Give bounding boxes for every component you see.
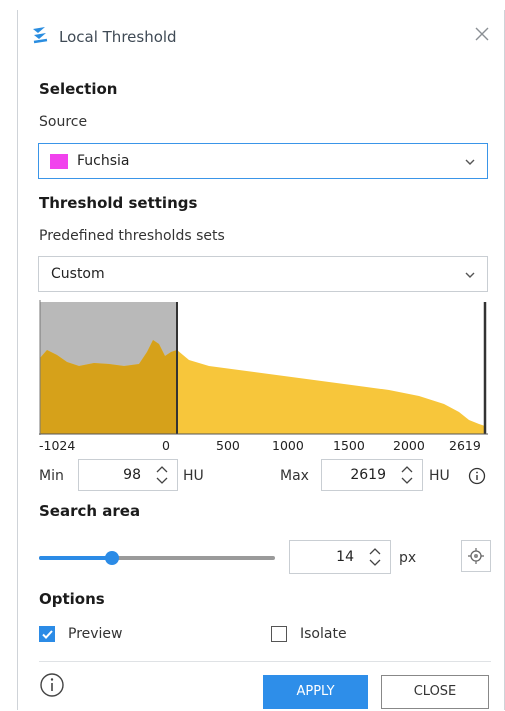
axis-tick-label: 2000 (393, 438, 425, 453)
source-color-swatch (50, 154, 68, 169)
search-area-slider-fill (39, 556, 111, 560)
threshold-settings-heading: Threshold settings (39, 194, 198, 212)
options-heading: Options (39, 590, 105, 608)
selection-heading: Selection (39, 80, 118, 98)
search-area-value: 14 (336, 549, 354, 565)
axis-tick-label: 2619 (449, 438, 481, 453)
min-value-field[interactable]: 98 (78, 459, 178, 491)
min-unit: HU (183, 468, 204, 484)
min-label: Min (39, 468, 64, 484)
max-value: 2619 (350, 467, 386, 483)
window-title: Local Threshold (59, 28, 177, 46)
isolate-label[interactable]: Isolate (300, 626, 347, 642)
close-icon[interactable] (470, 22, 494, 46)
preview-checkbox[interactable] (39, 626, 55, 642)
axis-tick-label: 1000 (272, 438, 304, 453)
search-area-spinner-icon[interactable] (366, 545, 384, 569)
app-logo-icon (33, 27, 48, 44)
footer-divider (39, 661, 491, 662)
target-icon (468, 548, 484, 564)
predefined-sets-value: Custom (51, 266, 105, 282)
source-select-value: Fuchsia (77, 153, 130, 169)
axis-tick-label: 1500 (333, 438, 365, 453)
chevron-down-icon (465, 272, 475, 278)
help-info-icon[interactable] (39, 672, 65, 698)
min-spinner-icon[interactable] (153, 463, 171, 487)
search-area-heading: Search area (39, 502, 141, 520)
pick-point-button[interactable] (461, 540, 491, 572)
search-area-value-field[interactable]: 14 (289, 540, 391, 574)
preview-label[interactable]: Preview (68, 626, 123, 642)
source-select[interactable]: Fuchsia (38, 143, 488, 179)
source-label: Source (39, 114, 88, 130)
local-threshold-dialog: Local Threshold Selection Source Fuchsia… (17, 10, 505, 710)
info-icon[interactable] (468, 467, 486, 485)
max-unit: HU (429, 468, 450, 484)
search-area-slider-thumb[interactable] (105, 551, 119, 565)
apply-button[interactable]: APPLY (263, 675, 368, 709)
max-label: Max (280, 468, 309, 484)
predefined-sets-select[interactable]: Custom (38, 256, 488, 292)
min-value: 98 (123, 467, 141, 483)
threshold-histogram[interactable] (39, 300, 488, 435)
max-spinner-icon[interactable] (398, 463, 416, 487)
max-value-field[interactable]: 2619 (321, 459, 423, 491)
predefined-sets-label: Predefined thresholds sets (39, 228, 225, 244)
isolate-checkbox[interactable] (271, 626, 287, 642)
chevron-down-icon (465, 159, 475, 165)
title-bar: Local Threshold (18, 10, 504, 68)
checkmark-icon (42, 630, 53, 639)
close-button[interactable]: CLOSE (381, 675, 489, 709)
axis-tick-label: 500 (216, 438, 240, 453)
search-area-unit: px (399, 550, 417, 566)
axis-tick-label: -1024 (39, 438, 76, 453)
axis-tick-label: 0 (162, 438, 170, 453)
